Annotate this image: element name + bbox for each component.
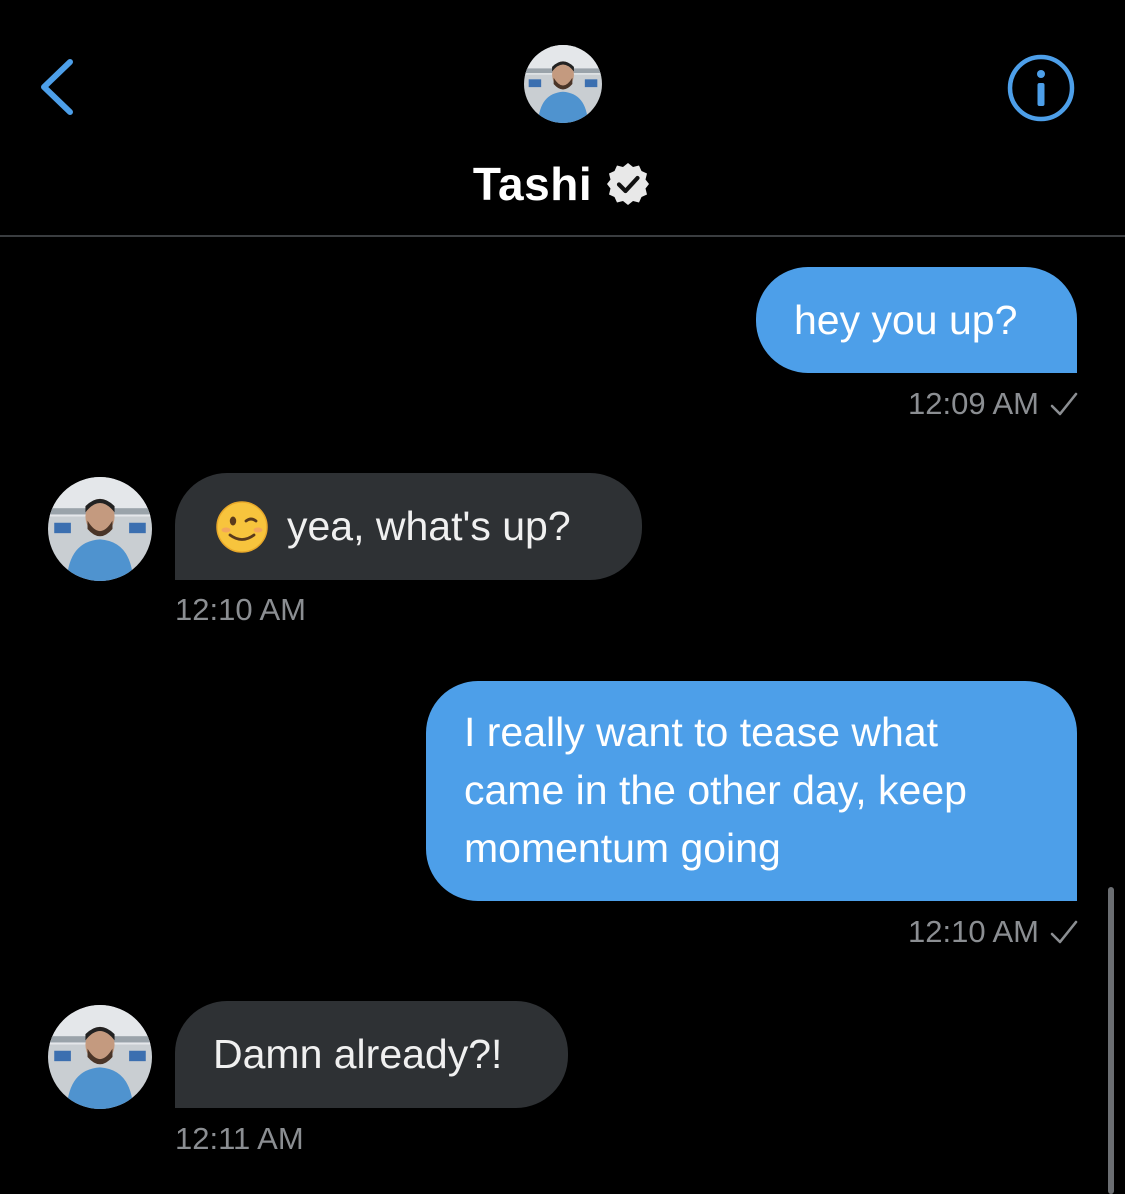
message-text: yea, what's up? bbox=[287, 503, 571, 549]
message-timestamp: 12:11 AM bbox=[175, 1121, 304, 1157]
timestamp-text: 12:11 AM bbox=[175, 1121, 304, 1156]
sender-avatar[interactable] bbox=[48, 477, 152, 581]
message-timestamp: 12:10 AM bbox=[175, 592, 306, 628]
checkmark-icon bbox=[1050, 920, 1078, 944]
checkmark-icon bbox=[1050, 392, 1078, 416]
avatar-image bbox=[48, 1005, 152, 1109]
avatar-image bbox=[524, 45, 602, 123]
info-circle-icon bbox=[1007, 54, 1075, 122]
timestamp-text: 12:10 AM bbox=[908, 914, 1039, 949]
timestamp-text: 12:09 AM bbox=[908, 386, 1039, 421]
outgoing-message-bubble[interactable]: I really want to tease what came in the … bbox=[426, 681, 1077, 901]
verified-badge-icon bbox=[607, 163, 650, 205]
header-divider bbox=[0, 235, 1125, 237]
incoming-message-bubble[interactable]: yea, what's up? bbox=[175, 473, 642, 580]
winking-face-emoji bbox=[216, 501, 268, 553]
timestamp-text: 12:10 AM bbox=[175, 592, 306, 627]
info-button[interactable] bbox=[1005, 52, 1077, 124]
outgoing-message-bubble[interactable]: hey you up? bbox=[756, 267, 1077, 373]
message-text: hey you up? bbox=[794, 297, 1018, 343]
incoming-message-bubble[interactable]: Damn already?! bbox=[175, 1001, 568, 1108]
message-text: Damn already?! bbox=[213, 1031, 503, 1077]
conversation-title: Tashi bbox=[0, 152, 1125, 216]
message-timestamp: 12:10 AM bbox=[908, 914, 1079, 950]
contact-avatar[interactable] bbox=[524, 45, 602, 123]
contact-name: Tashi bbox=[472, 158, 593, 210]
back-button[interactable] bbox=[30, 52, 90, 122]
sender-avatar[interactable] bbox=[48, 1005, 152, 1109]
message-timestamp: 12:09 AM bbox=[908, 386, 1079, 422]
message-text: I really want to tease what came in the … bbox=[464, 709, 967, 871]
scrollbar[interactable] bbox=[1108, 887, 1114, 1194]
avatar-image bbox=[48, 477, 152, 581]
chevron-left-icon bbox=[41, 59, 73, 115]
conversation-header: Tashi bbox=[0, 0, 1125, 236]
